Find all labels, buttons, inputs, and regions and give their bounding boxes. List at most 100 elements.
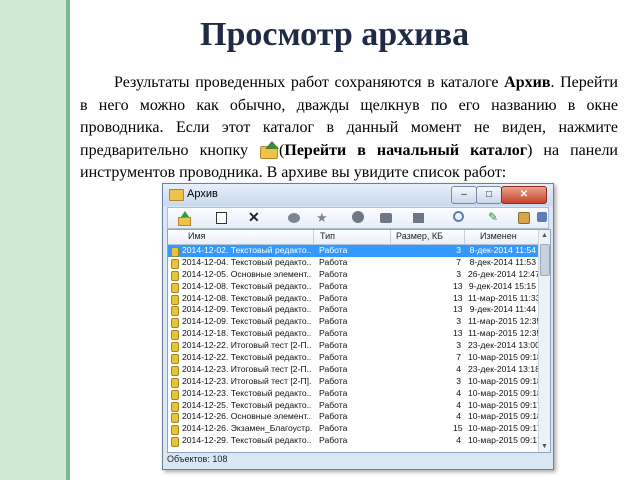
file-name: 2014-12-23. Итоговый тест [2-П]... (182, 375, 312, 386)
file-size: 13 (453, 328, 463, 339)
file-type: Работа (319, 292, 348, 303)
file-date: 11-мар-2015 11:33 (468, 292, 541, 303)
file-date: 8-дек-2014 11:54 (469, 245, 536, 255)
table-row[interactable]: 2014-12-08. Текстовый редакто... Работа 13… (168, 292, 541, 305)
file-type: Работа (319, 411, 348, 422)
table-row[interactable]: 2014-12-09. Текстовый редакто... Работа 13… (168, 304, 538, 317)
up-folder-icon[interactable] (176, 211, 191, 226)
column-date-header[interactable]: Изменен (480, 231, 517, 241)
settings-icon[interactable] (518, 212, 530, 224)
minimize-button[interactable]: – (451, 186, 477, 204)
file-size: 13 (453, 304, 463, 315)
file-type: Работа (319, 268, 348, 279)
file-name: 2014-12-23. Итоговый тест [2-П... (182, 363, 312, 374)
table-row[interactable]: 2014-12-04. Текстовый редакто... Работа 7 8… (168, 257, 538, 269)
file-type: Работа (319, 423, 348, 434)
file-date: 10-мар-2015 09:17 (468, 423, 542, 434)
edit-icon[interactable] (380, 213, 392, 223)
file-name: 2014-12-23. Текстовый редакто... (182, 387, 312, 398)
record-icon[interactable]: ✎ (488, 211, 502, 224)
file-size: 4 (456, 399, 461, 410)
scroll-up-icon[interactable]: ▲ (539, 230, 550, 241)
file-date: 10-мар-2015 09:18 (468, 375, 542, 386)
file-date: 10-мар-2015 09:18 (468, 411, 542, 422)
explorer-toolbar: ✕ ★ ✎ (167, 207, 549, 229)
work-file-icon (171, 413, 179, 424)
slide-title: Просмотр архива (200, 16, 470, 53)
work-file-icon (171, 330, 179, 341)
file-date: 10-мар-2015 09:18 (468, 352, 542, 363)
favorite-icon[interactable]: ★ (316, 211, 330, 224)
work-file-icon (171, 425, 179, 436)
file-type: Работа (319, 435, 348, 446)
table-row[interactable]: 2014-12-05. Основные элемент... Работа 3 26… (168, 268, 540, 281)
column-name-header[interactable]: Имя (188, 231, 206, 241)
file-name: 2014-12-25. Текстовый редакто... (182, 399, 312, 410)
file-type: Работа (319, 375, 348, 386)
file-size: 7 (456, 352, 461, 363)
file-size: 4 (456, 363, 461, 374)
file-name: 2014-12-04. Текстовый редакто... (182, 256, 312, 267)
scroll-down-icon[interactable]: ▼ (539, 441, 550, 452)
side-bar-line (66, 0, 70, 480)
file-type: Работа (319, 304, 348, 315)
table-row[interactable]: 2014-12-08. Текстовый редакто... Работа 13… (168, 281, 538, 293)
status-bar: Объектов: 108 (167, 454, 228, 464)
column-type-header[interactable]: Тип (320, 231, 335, 241)
table-row[interactable]: 2014-12-29. Текстовый редакто... Работа 4 1… (168, 435, 542, 448)
vertical-scrollbar[interactable]: ▲ ▼ (538, 230, 550, 452)
help-icon[interactable] (537, 212, 547, 222)
file-date: 8-дек-2014 11:53 (469, 256, 536, 267)
file-date: 23-дек-2014 13:18 (468, 363, 540, 374)
maximize-button[interactable]: □ (476, 186, 502, 204)
work-file-icon (171, 342, 179, 353)
file-date: 9-дек-2014 11:44 (469, 304, 536, 315)
list-header: Имя Тип Размер, КБ Изменен (168, 230, 538, 245)
view-icon[interactable] (288, 213, 300, 223)
search-icon[interactable] (453, 211, 464, 222)
file-size: 3 (456, 340, 461, 351)
file-type: Работа (319, 245, 348, 255)
column-size-header[interactable]: Размер, КБ (396, 231, 443, 241)
table-row[interactable]: 2014-12-23. Итоговый тест [2-П]... Работа… (168, 375, 542, 388)
file-type: Работа (319, 316, 348, 327)
file-type: Работа (319, 387, 348, 398)
work-file-icon (171, 365, 179, 376)
table-row[interactable]: 2014-12-09. Текстовый редакто... Работа 3 1… (168, 316, 541, 329)
file-name: 2014-12-29. Текстовый редакто... (182, 435, 312, 446)
table-row[interactable]: 2014-12-26. Основные элемент... Работа 4 10… (168, 411, 542, 424)
file-name: 2014-12-22. Текстовый редакто... (182, 352, 312, 363)
file-size: 4 (456, 387, 461, 398)
delete-icon[interactable]: ✕ (248, 210, 262, 224)
table-row[interactable]: 2014-12-22. Итоговый тест [2-П... Работа 3… (168, 340, 540, 353)
file-size: 7 (456, 256, 461, 267)
explorer-window: Архив – □ ✕ ✕ ★ ✎ Имя Тип Размер, КБ Изм… (162, 183, 554, 470)
stop-icon[interactable] (413, 213, 424, 223)
table-row[interactable]: 2014-12-22. Текстовый редакто... Работа 7 1… (168, 352, 542, 365)
file-date: 11-мар-2015 12:35 (468, 328, 542, 339)
table-row[interactable]: 2014-12-26. Экзамен_Благоустр... Работа 15… (168, 423, 542, 436)
file-date: 10-мар-2015 09:18 (468, 387, 542, 398)
scrollbar-thumb[interactable] (540, 244, 550, 276)
work-file-icon (171, 294, 179, 305)
table-row[interactable]: 2014-12-02. Текстовый редакто... Работа 3 8… (168, 245, 538, 257)
play-icon[interactable] (352, 211, 364, 223)
window-titlebar[interactable]: Архив – □ ✕ (163, 184, 553, 206)
file-type: Работа (319, 352, 348, 363)
file-size: 15 (453, 423, 463, 434)
work-file-icon (171, 282, 179, 293)
close-button[interactable]: ✕ (501, 186, 547, 204)
home-folder-icon (259, 140, 280, 159)
file-date: 23-дек-2014 13:00 (468, 340, 540, 351)
table-row[interactable]: 2014-12-25. Текстовый редакто... Работа 4 1… (168, 399, 542, 412)
file-size: 13 (453, 280, 463, 291)
file-size: 3 (456, 245, 461, 255)
table-row[interactable]: 2014-12-23. Текстовый редакто... Работа 4 1… (168, 387, 542, 400)
table-row[interactable]: 2014-12-18. Текстовый редакто... Работа 13… (168, 328, 542, 341)
file-date: 10-мар-2015 09:17 (468, 435, 542, 446)
file-name: 2014-12-08. Текстовый редакто... (182, 280, 312, 291)
file-size: 3 (456, 316, 461, 327)
new-folder-icon[interactable] (216, 212, 227, 224)
table-row[interactable]: 2014-12-23. Итоговый тест [2-П... Работа 4… (168, 363, 540, 376)
file-size: 4 (456, 411, 461, 422)
